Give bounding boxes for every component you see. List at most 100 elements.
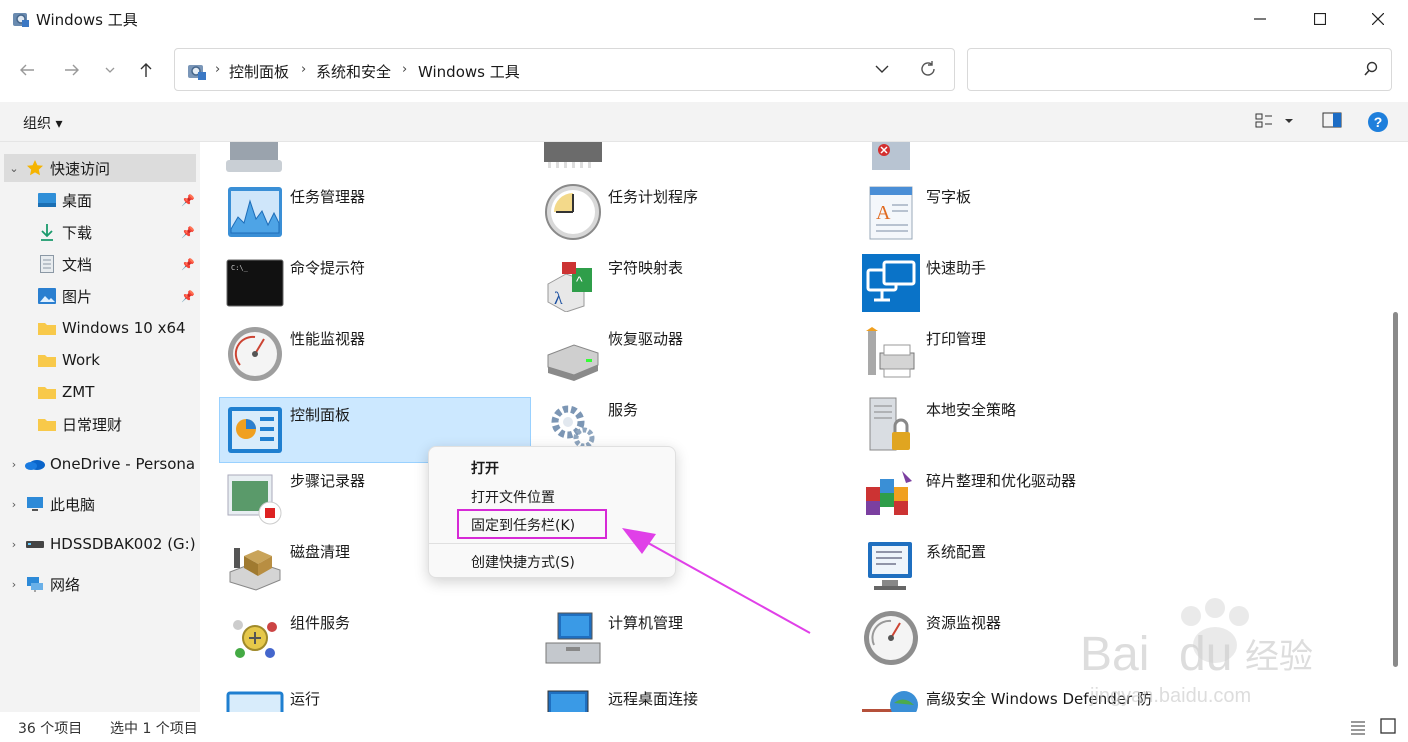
document-icon bbox=[36, 255, 58, 273]
chevron-down-icon[interactable]: ⌄ bbox=[4, 162, 24, 175]
breadcrumb-control-panel[interactable]: 控制面板 bbox=[229, 61, 289, 82]
pin-icon[interactable]: 📌 bbox=[180, 258, 196, 271]
pin-icon[interactable]: 📌 bbox=[180, 290, 196, 303]
menu-item-create-shortcut[interactable]: 创建快捷方式(S) bbox=[471, 552, 575, 572]
svg-text:jingyan.baidu.com: jingyan.baidu.com bbox=[1089, 685, 1251, 707]
folder-icon bbox=[36, 383, 58, 401]
chevron-right-icon[interactable]: › bbox=[4, 458, 24, 471]
recent-locations-button[interactable] bbox=[96, 56, 124, 84]
sidebar-item-network[interactable]: › 网络 bbox=[4, 570, 196, 598]
svg-text:?: ? bbox=[1374, 114, 1383, 130]
view-options-icon[interactable] bbox=[1254, 110, 1274, 130]
item-print-management[interactable]: 打印管理 bbox=[856, 322, 1168, 388]
desktop-icon bbox=[36, 191, 58, 209]
details-view-icon[interactable] bbox=[1350, 719, 1366, 735]
chevron-right-icon[interactable]: › bbox=[4, 578, 24, 591]
character-map-icon: λ^ bbox=[547, 262, 592, 312]
item-character-map[interactable]: λ ^ 字符映射表 bbox=[538, 251, 850, 317]
sidebar-item-downloads[interactable]: 下载 📌 bbox=[36, 218, 196, 246]
memory-diagnostic-icon bbox=[544, 142, 602, 168]
item-remote-desktop[interactable]: 远程桌面连接 bbox=[538, 682, 850, 712]
command-bar: 组织 ▾ ? bbox=[0, 102, 1408, 142]
chevron-right-icon[interactable]: › bbox=[4, 498, 24, 511]
onedrive-icon bbox=[24, 455, 46, 473]
maximize-button[interactable] bbox=[1290, 0, 1350, 38]
task-scheduler-icon bbox=[545, 184, 601, 240]
sidebar-item-this-pc[interactable]: › 此电脑 bbox=[4, 490, 196, 518]
computer-management-icon bbox=[545, 612, 601, 664]
maximize-icon bbox=[1314, 13, 1326, 25]
chevron-right-icon[interactable]: › bbox=[4, 538, 24, 551]
fax-scan-icon bbox=[226, 142, 282, 172]
item-command-prompt[interactable]: C:\_ 命令提示符 bbox=[220, 251, 532, 317]
arrow-up-icon bbox=[140, 63, 152, 77]
sidebar-item-onedrive[interactable]: › OneDrive - Persona bbox=[4, 450, 196, 478]
disk-cleanup-icon bbox=[229, 548, 281, 591]
item-recovery-drive[interactable]: 恢复驱动器 bbox=[538, 322, 850, 388]
svg-text:C:\_: C:\_ bbox=[231, 264, 249, 272]
sidebar-item-finance[interactable]: 日常理财 bbox=[36, 410, 196, 438]
sidebar-item-zmt[interactable]: ZMT bbox=[36, 378, 196, 406]
large-icons-view-icon[interactable] bbox=[1380, 718, 1396, 734]
sidebar-item-windows10x64[interactable]: Windows 10 x64 bbox=[36, 314, 196, 342]
sidebar-item-quick-access[interactable]: ⌄ 快速访问 bbox=[4, 154, 196, 182]
svg-text:λ: λ bbox=[554, 288, 563, 308]
local-security-policy-icon bbox=[869, 397, 910, 451]
status-bar: 36 个项目 选中 1 个项目 bbox=[0, 712, 1408, 742]
scrollbar-thumb[interactable] bbox=[1393, 312, 1398, 667]
svg-text:Bai: Bai bbox=[1080, 628, 1149, 681]
menu-item-open[interactable]: 打开 bbox=[471, 458, 499, 478]
breadcrumb-windows-tools[interactable]: Windows 工具 bbox=[418, 61, 520, 82]
sidebar-item-drive-g[interactable]: › HDSSDBAK002 (G:) bbox=[4, 530, 196, 558]
close-button[interactable] bbox=[1348, 0, 1408, 38]
svg-text:A: A bbox=[876, 202, 891, 224]
address-bar[interactable]: › 控制面板 › 系统和安全 › Windows 工具 bbox=[174, 48, 955, 91]
window-title: Windows 工具 bbox=[36, 11, 138, 29]
chevron-down-icon[interactable] bbox=[875, 61, 889, 77]
organize-button[interactable]: 组织 ▾ bbox=[23, 113, 62, 133]
sidebar-item-documents[interactable]: 文档 📌 bbox=[36, 250, 196, 278]
breadcrumb-separator: › bbox=[215, 62, 221, 77]
sidebar-item-desktop[interactable]: 桌面 📌 bbox=[36, 186, 196, 214]
breadcrumb-system-security[interactable]: 系统和安全 bbox=[316, 61, 391, 82]
item-task-scheduler[interactable]: 任务计划程序 bbox=[538, 180, 850, 246]
component-services-icon bbox=[233, 620, 277, 658]
item-defragment[interactable]: 碎片整理和优化驱动器 bbox=[856, 464, 1168, 530]
refresh-icon[interactable] bbox=[919, 60, 937, 78]
caret-down-icon[interactable] bbox=[1284, 118, 1294, 124]
sidebar-item-work[interactable]: Work bbox=[36, 346, 196, 374]
help-icon[interactable]: ? bbox=[1367, 111, 1389, 133]
steps-recorder-icon bbox=[227, 474, 282, 525]
folder-icon bbox=[36, 415, 58, 433]
minimize-button[interactable] bbox=[1230, 0, 1290, 38]
up-button[interactable] bbox=[132, 56, 160, 84]
item-component-services[interactable]: 组件服务 bbox=[220, 606, 532, 672]
recovery-drive-icon bbox=[547, 344, 599, 381]
wordpad-icon: A bbox=[869, 186, 913, 240]
system-configuration-icon bbox=[868, 542, 912, 590]
item-performance-monitor[interactable]: 性能监视器 bbox=[220, 322, 532, 388]
menu-item-pin-to-taskbar[interactable]: 固定到任务栏(K) bbox=[471, 515, 575, 535]
forward-button[interactable] bbox=[58, 56, 86, 84]
odbc-remove-icon bbox=[872, 142, 910, 170]
firewall-icon bbox=[862, 691, 918, 712]
item-task-manager[interactable]: 任务管理器 bbox=[220, 180, 532, 246]
search-icon bbox=[1364, 61, 1378, 76]
svg-text:经验: 经验 bbox=[1245, 637, 1313, 677]
preview-pane-icon[interactable] bbox=[1321, 110, 1343, 130]
folder-icon bbox=[36, 351, 58, 369]
sidebar-item-pictures[interactable]: 图片 📌 bbox=[36, 282, 196, 310]
breadcrumb-separator: › bbox=[301, 62, 307, 77]
pin-icon[interactable]: 📌 bbox=[180, 194, 196, 207]
svg-text:^: ^ bbox=[576, 273, 583, 289]
star-icon bbox=[24, 159, 46, 177]
menu-item-open-file-location[interactable]: 打开文件位置 bbox=[471, 487, 555, 507]
search-input[interactable] bbox=[967, 48, 1392, 91]
item-wordpad[interactable]: A 写字板 bbox=[856, 180, 1168, 246]
item-run[interactable]: 运行 bbox=[220, 682, 532, 712]
item-quick-assist[interactable]: 快速助手 bbox=[856, 251, 1168, 317]
back-button[interactable] bbox=[13, 56, 41, 84]
pin-icon[interactable]: 📌 bbox=[180, 226, 196, 239]
svg-text:du: du bbox=[1179, 628, 1232, 681]
item-local-security-policy[interactable]: 本地安全策略 bbox=[856, 393, 1168, 459]
